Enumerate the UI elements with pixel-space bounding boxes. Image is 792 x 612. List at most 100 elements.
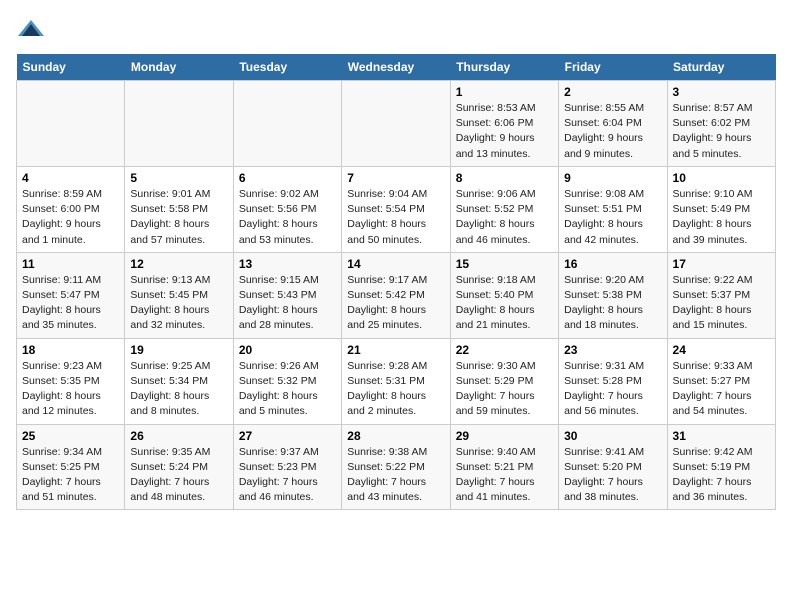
calendar-cell	[342, 81, 450, 167]
day-detail: Sunrise: 9:18 AM Sunset: 5:40 PM Dayligh…	[456, 273, 553, 334]
day-number: 5	[130, 171, 227, 185]
calendar-cell: 11Sunrise: 9:11 AM Sunset: 5:47 PM Dayli…	[17, 252, 125, 338]
day-detail: Sunrise: 9:20 AM Sunset: 5:38 PM Dayligh…	[564, 273, 661, 334]
calendar-cell: 23Sunrise: 9:31 AM Sunset: 5:28 PM Dayli…	[559, 338, 667, 424]
calendar-cell: 6 Sunrise: 9:02 AM Sunset: 5:56 PM Daylig…	[233, 166, 341, 252]
calendar-cell: 26 Sunrise: 9:35 AM Sunset: 5:24 PM Dayli…	[125, 424, 233, 510]
logo	[16, 16, 48, 46]
calendar-cell: 24 Sunrise: 9:33 AM Sunset: 5:27 PM Dayli…	[667, 338, 775, 424]
day-number: 27	[239, 429, 336, 443]
calendar-cell: 30Sunrise: 9:41 AM Sunset: 5:20 PM Dayli…	[559, 424, 667, 510]
day-number: 1	[456, 85, 553, 99]
calendar-week-2: 4 Sunrise: 8:59 AM Sunset: 6:00 PM Daylig…	[17, 166, 776, 252]
day-detail: Sunrise: 9:23 AM Sunset: 5:35 PM Dayligh…	[22, 359, 119, 420]
calendar-week-5: 25Sunrise: 9:34 AM Sunset: 5:25 PM Dayli…	[17, 424, 776, 510]
day-detail: Sunrise: 9:17 AM Sunset: 5:42 PM Dayligh…	[347, 273, 444, 334]
calendar-cell	[125, 81, 233, 167]
logo-icon	[16, 16, 46, 46]
day-number: 26	[130, 429, 227, 443]
calendar-cell: 3 Sunrise: 8:57 AM Sunset: 6:02 PM Daylig…	[667, 81, 775, 167]
day-number: 22	[456, 343, 553, 357]
calendar-cell: 27Sunrise: 9:37 AM Sunset: 5:23 PM Dayli…	[233, 424, 341, 510]
calendar-week-4: 18 Sunrise: 9:23 AM Sunset: 5:35 PM Dayli…	[17, 338, 776, 424]
header	[16, 16, 776, 46]
calendar-table: SundayMondayTuesdayWednesdayThursdayFrid…	[16, 54, 776, 510]
day-detail: Sunrise: 9:33 AM Sunset: 5:27 PM Dayligh…	[673, 359, 770, 420]
calendar-week-1: 1 Sunrise: 8:53 AM Sunset: 6:06 PM Daylig…	[17, 81, 776, 167]
calendar-cell: 1 Sunrise: 8:53 AM Sunset: 6:06 PM Daylig…	[450, 81, 558, 167]
day-number: 17	[673, 257, 770, 271]
calendar-cell: 7Sunrise: 9:04 AM Sunset: 5:54 PM Daylig…	[342, 166, 450, 252]
calendar-cell: 15Sunrise: 9:18 AM Sunset: 5:40 PM Dayli…	[450, 252, 558, 338]
calendar-cell	[17, 81, 125, 167]
calendar-cell: 13Sunrise: 9:15 AM Sunset: 5:43 PM Dayli…	[233, 252, 341, 338]
day-detail: Sunrise: 9:28 AM Sunset: 5:31 PM Dayligh…	[347, 359, 444, 420]
day-detail: Sunrise: 8:53 AM Sunset: 6:06 PM Dayligh…	[456, 101, 553, 162]
day-detail: Sunrise: 9:06 AM Sunset: 5:52 PM Dayligh…	[456, 187, 553, 248]
calendar-cell: 2Sunrise: 8:55 AM Sunset: 6:04 PM Daylig…	[559, 81, 667, 167]
calendar-week-3: 11Sunrise: 9:11 AM Sunset: 5:47 PM Dayli…	[17, 252, 776, 338]
day-detail: Sunrise: 9:10 AM Sunset: 5:49 PM Dayligh…	[673, 187, 770, 248]
day-detail: Sunrise: 9:26 AM Sunset: 5:32 PM Dayligh…	[239, 359, 336, 420]
day-number: 8	[456, 171, 553, 185]
header-day-saturday: Saturday	[667, 54, 775, 81]
day-number: 29	[456, 429, 553, 443]
day-number: 9	[564, 171, 661, 185]
calendar-cell: 21 Sunrise: 9:28 AM Sunset: 5:31 PM Dayli…	[342, 338, 450, 424]
calendar-cell: 18 Sunrise: 9:23 AM Sunset: 5:35 PM Dayli…	[17, 338, 125, 424]
calendar-cell: 5 Sunrise: 9:01 AM Sunset: 5:58 PM Daylig…	[125, 166, 233, 252]
day-number: 3	[673, 85, 770, 99]
calendar-body: 1 Sunrise: 8:53 AM Sunset: 6:06 PM Daylig…	[17, 81, 776, 510]
header-day-tuesday: Tuesday	[233, 54, 341, 81]
day-number: 4	[22, 171, 119, 185]
header-day-wednesday: Wednesday	[342, 54, 450, 81]
calendar-cell: 9 Sunrise: 9:08 AM Sunset: 5:51 PM Daylig…	[559, 166, 667, 252]
header-row: SundayMondayTuesdayWednesdayThursdayFrid…	[17, 54, 776, 81]
day-number: 10	[673, 171, 770, 185]
day-number: 7	[347, 171, 444, 185]
day-number: 6	[239, 171, 336, 185]
day-number: 12	[130, 257, 227, 271]
day-number: 20	[239, 343, 336, 357]
day-detail: Sunrise: 9:22 AM Sunset: 5:37 PM Dayligh…	[673, 273, 770, 334]
header-day-monday: Monday	[125, 54, 233, 81]
day-number: 21	[347, 343, 444, 357]
day-detail: Sunrise: 8:57 AM Sunset: 6:02 PM Dayligh…	[673, 101, 770, 162]
day-detail: Sunrise: 9:13 AM Sunset: 5:45 PM Dayligh…	[130, 273, 227, 334]
calendar-cell: 31 Sunrise: 9:42 AM Sunset: 5:19 PM Dayli…	[667, 424, 775, 510]
calendar-cell: 29 Sunrise: 9:40 AM Sunset: 5:21 PM Dayli…	[450, 424, 558, 510]
day-detail: Sunrise: 9:01 AM Sunset: 5:58 PM Dayligh…	[130, 187, 227, 248]
day-detail: Sunrise: 8:55 AM Sunset: 6:04 PM Dayligh…	[564, 101, 661, 162]
header-day-friday: Friday	[559, 54, 667, 81]
day-detail: Sunrise: 9:25 AM Sunset: 5:34 PM Dayligh…	[130, 359, 227, 420]
day-number: 31	[673, 429, 770, 443]
calendar-cell: 4 Sunrise: 8:59 AM Sunset: 6:00 PM Daylig…	[17, 166, 125, 252]
day-detail: Sunrise: 9:40 AM Sunset: 5:21 PM Dayligh…	[456, 445, 553, 506]
day-number: 19	[130, 343, 227, 357]
day-detail: Sunrise: 8:59 AM Sunset: 6:00 PM Dayligh…	[22, 187, 119, 248]
day-number: 16	[564, 257, 661, 271]
day-detail: Sunrise: 9:11 AM Sunset: 5:47 PM Dayligh…	[22, 273, 119, 334]
day-detail: Sunrise: 9:41 AM Sunset: 5:20 PM Dayligh…	[564, 445, 661, 506]
day-number: 25	[22, 429, 119, 443]
day-detail: Sunrise: 9:08 AM Sunset: 5:51 PM Dayligh…	[564, 187, 661, 248]
calendar-cell: 12 Sunrise: 9:13 AM Sunset: 5:45 PM Dayli…	[125, 252, 233, 338]
calendar-cell: 25Sunrise: 9:34 AM Sunset: 5:25 PM Dayli…	[17, 424, 125, 510]
day-detail: Sunrise: 9:30 AM Sunset: 5:29 PM Dayligh…	[456, 359, 553, 420]
calendar-cell: 8 Sunrise: 9:06 AM Sunset: 5:52 PM Daylig…	[450, 166, 558, 252]
calendar-cell	[233, 81, 341, 167]
day-detail: Sunrise: 9:35 AM Sunset: 5:24 PM Dayligh…	[130, 445, 227, 506]
day-detail: Sunrise: 9:42 AM Sunset: 5:19 PM Dayligh…	[673, 445, 770, 506]
calendar-cell: 17 Sunrise: 9:22 AM Sunset: 5:37 PM Dayli…	[667, 252, 775, 338]
day-number: 18	[22, 343, 119, 357]
day-detail: Sunrise: 9:02 AM Sunset: 5:56 PM Dayligh…	[239, 187, 336, 248]
day-number: 23	[564, 343, 661, 357]
day-number: 14	[347, 257, 444, 271]
calendar-cell: 20 Sunrise: 9:26 AM Sunset: 5:32 PM Dayli…	[233, 338, 341, 424]
calendar-cell: 10 Sunrise: 9:10 AM Sunset: 5:49 PM Dayli…	[667, 166, 775, 252]
calendar-cell: 19 Sunrise: 9:25 AM Sunset: 5:34 PM Dayli…	[125, 338, 233, 424]
day-number: 24	[673, 343, 770, 357]
calendar-cell: 16 Sunrise: 9:20 AM Sunset: 5:38 PM Dayli…	[559, 252, 667, 338]
calendar-cell: 28Sunrise: 9:38 AM Sunset: 5:22 PM Dayli…	[342, 424, 450, 510]
header-day-thursday: Thursday	[450, 54, 558, 81]
